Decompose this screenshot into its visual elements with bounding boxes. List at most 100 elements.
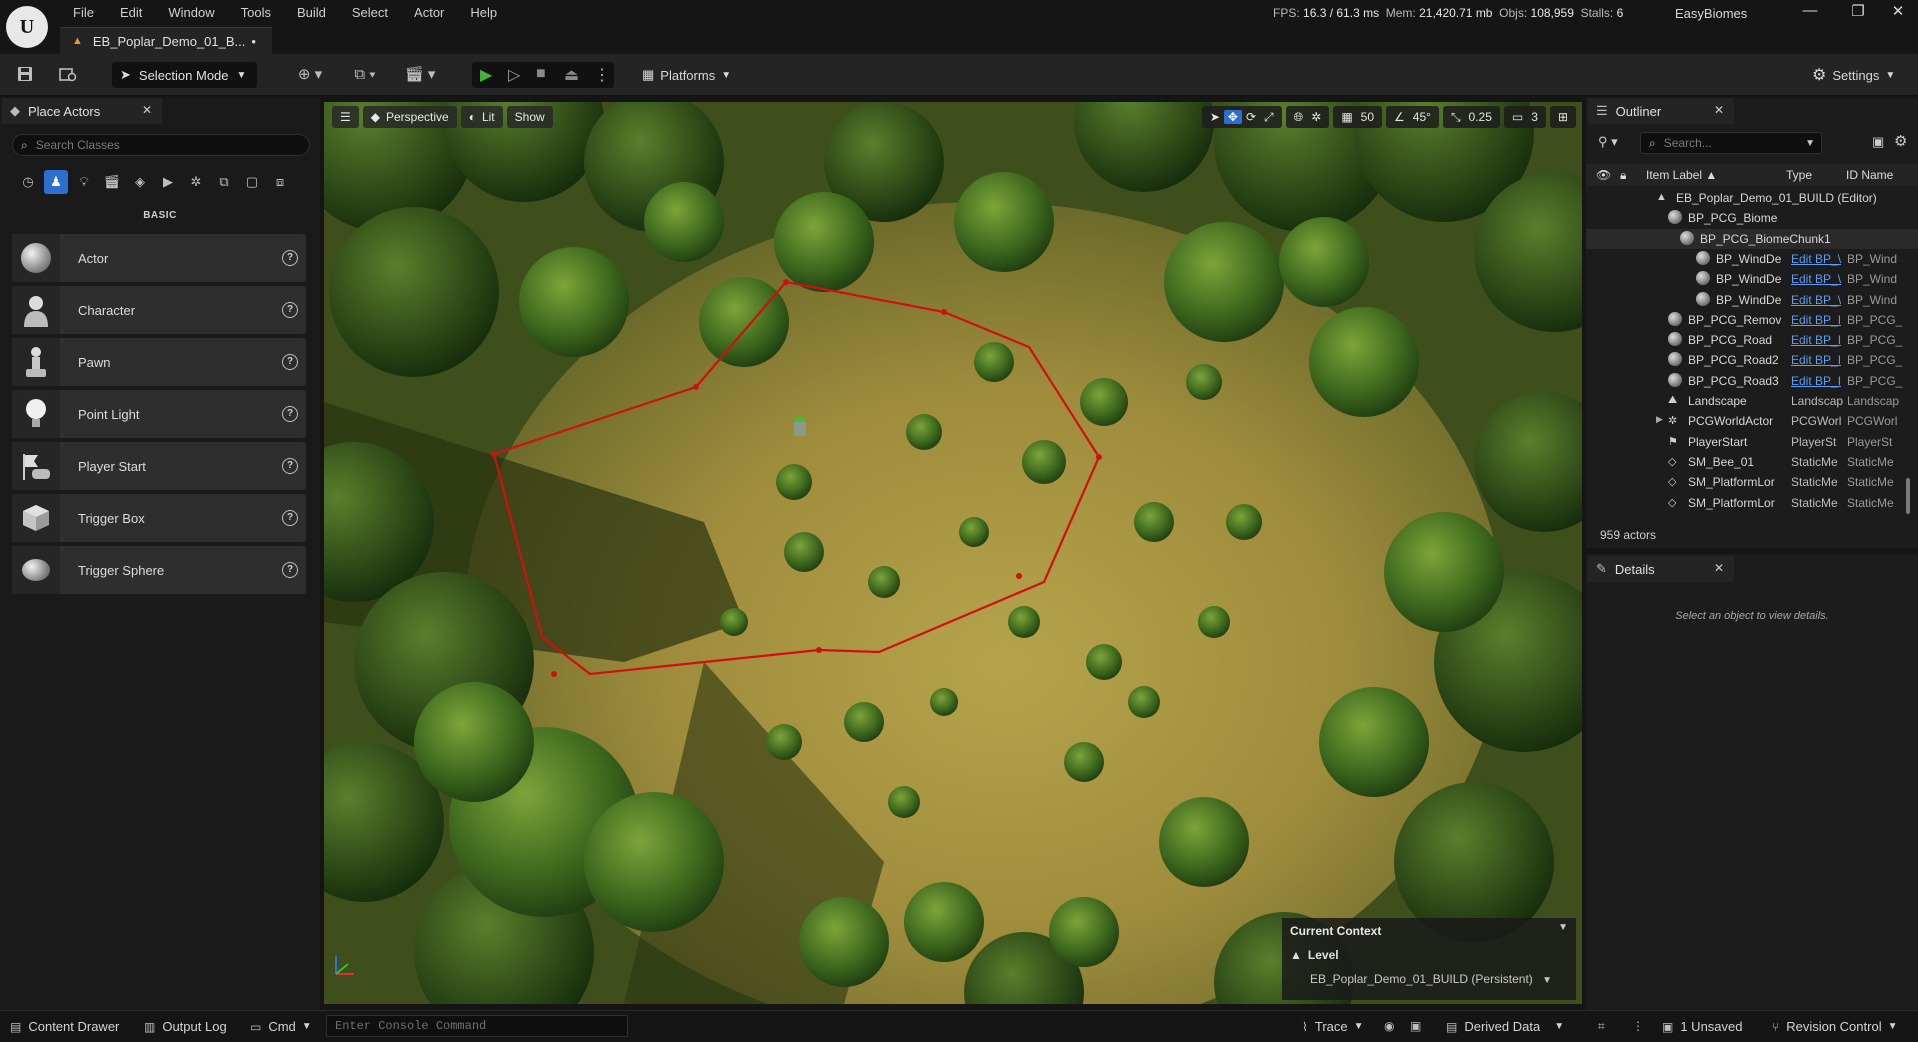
- outliner-row[interactable]: ◇ SM_PlatformLor StaticMe StaticMe: [1586, 493, 1918, 513]
- help-icon[interactable]: ?: [282, 458, 298, 474]
- basic-category-icon[interactable]: ♟: [44, 170, 68, 194]
- outliner-row[interactable]: BP_WindDe Edit BP_\ BP_Wind: [1586, 249, 1918, 269]
- actor-item-trigger-sphere[interactable]: Trigger Sphere ?: [12, 546, 306, 594]
- help-icon[interactable]: ?: [282, 406, 298, 422]
- search-classes-input[interactable]: ⌕ Search Classes: [12, 134, 310, 156]
- minimize-icon[interactable]: —: [1790, 2, 1830, 19]
- cinematics-icon[interactable]: 🎬︎ ▾: [400, 66, 440, 84]
- step-icon[interactable]: ▷: [508, 65, 520, 85]
- outliner-tab[interactable]: ☰ Outliner ✕: [1588, 98, 1734, 124]
- menu-select[interactable]: Select: [339, 3, 401, 23]
- menu-actor[interactable]: Actor: [401, 3, 457, 23]
- menu-edit[interactable]: Edit: [107, 3, 155, 23]
- cinematic-icon[interactable]: 🎬︎: [100, 170, 124, 194]
- all-classes-icon[interactable]: ⧉: [212, 170, 236, 194]
- console-command-input[interactable]: Enter Console Command: [326, 1015, 628, 1037]
- cmd-dropdown[interactable]: ▭ Cmd ▼: [250, 1019, 312, 1034]
- edit-blueprint-link[interactable]: Edit BP_I: [1791, 333, 1843, 347]
- content-browser-icon[interactable]: [58, 66, 78, 84]
- platforms-dropdown[interactable]: ▦ Platforms ▼: [642, 62, 731, 88]
- actor-item-point-light[interactable]: Point Light ?: [12, 390, 306, 438]
- play-icon[interactable]: ▶: [480, 65, 492, 85]
- save-icon[interactable]: [15, 66, 35, 84]
- derived-data-dropdown[interactable]: ▤ Derived Data ▼: [1446, 1019, 1564, 1034]
- rotate-tool-icon[interactable]: ⟳: [1242, 110, 1260, 124]
- help-icon[interactable]: ?: [282, 302, 298, 318]
- edit-blueprint-link[interactable]: Edit BP_I: [1791, 374, 1843, 388]
- view-mode-button[interactable]: ◐ Lit: [460, 106, 503, 128]
- options-icon[interactable]: ⋮: [1632, 1019, 1651, 1033]
- player-start-marker[interactable]: [794, 422, 806, 436]
- world-space-icon[interactable]: 🌐︎: [1290, 110, 1308, 125]
- stop-icon[interactable]: ■: [536, 65, 546, 83]
- revision-control-button[interactable]: ⑂ Revision Control ▼: [1772, 1019, 1897, 1034]
- select-tool-icon[interactable]: ➤: [1206, 110, 1224, 124]
- more-options-icon[interactable]: ⋮: [594, 65, 610, 85]
- close-tab-icon[interactable]: ✕: [1714, 561, 1724, 575]
- actor-item-player-start[interactable]: Player Start ?: [12, 442, 306, 490]
- close-tab-icon[interactable]: ✕: [1714, 103, 1724, 117]
- column-id-name[interactable]: ID Name: [1846, 168, 1893, 182]
- more-categories-icon[interactable]: ⧈: [268, 170, 292, 194]
- outliner-row[interactable]: BP_WindDe Edit BP_\ BP_Wind: [1586, 269, 1918, 289]
- outliner-row[interactable]: BP_PCG_Road Edit BP_I BP_PCG_: [1586, 330, 1918, 350]
- outliner-scrollbar[interactable]: [1906, 478, 1910, 514]
- help-icon[interactable]: ?: [282, 562, 298, 578]
- scale-tool-icon[interactable]: ⤢: [1260, 110, 1278, 125]
- lights-icon[interactable]: 💡︎: [72, 170, 96, 194]
- unsaved-button[interactable]: ▣ 1 Unsaved: [1662, 1019, 1743, 1034]
- viewport-menu-button[interactable]: ☰: [332, 106, 359, 128]
- outliner-row[interactable]: BP_WindDe Edit BP_\ BP_Wind: [1586, 290, 1918, 310]
- help-icon[interactable]: ?: [282, 250, 298, 266]
- filter-icon[interactable]: ⚲ ▾: [1598, 134, 1618, 150]
- eject-icon[interactable]: ⏏: [564, 65, 579, 85]
- level-value-dropdown[interactable]: EB_Poplar_Demo_01_BUILD (Persistent) ▼: [1310, 972, 1552, 986]
- surface-snap-icon[interactable]: ✲: [1307, 110, 1325, 124]
- edit-blueprint-link[interactable]: Edit BP_\: [1791, 293, 1843, 307]
- camera-speed[interactable]: ▭ 3: [1503, 106, 1546, 128]
- rotation-snap[interactable]: ∠ 45°: [1386, 106, 1439, 128]
- add-actor-icon[interactable]: ⊕ ▾: [290, 66, 330, 84]
- settings-dropdown[interactable]: ⚙ Settings ▼: [1812, 62, 1895, 88]
- lock-column-icon[interactable]: 🔒︎: [1620, 168, 1626, 183]
- level-document-tab[interactable]: ▲ EB_Poplar_Demo_01_B... •: [60, 27, 272, 54]
- edit-blueprint-link[interactable]: Edit BP_\: [1791, 252, 1843, 266]
- menu-help[interactable]: Help: [457, 3, 510, 23]
- outliner-row[interactable]: ✲ ▶ PCGWorldActor PCGWorl PCGWorl: [1586, 411, 1918, 431]
- level-viewport[interactable]: ☰ ◆ Perspective ◐ Lit Show ➤ ✥ ⟳ ⤢ 🌐︎ ✲ ▦ …: [324, 102, 1582, 1004]
- outliner-row[interactable]: ◇ SM_PlatformLor StaticMe StaticMe: [1586, 472, 1918, 492]
- content-drawer-button[interactable]: ▤ Content Drawer: [10, 1019, 119, 1034]
- close-window-icon[interactable]: ✕: [1878, 2, 1918, 20]
- outliner-row[interactable]: ⛰︎ Landscape Landscap Landscap: [1586, 391, 1918, 411]
- grid-snap[interactable]: ▦ 50: [1333, 106, 1383, 128]
- unreal-logo-icon[interactable]: U: [6, 6, 48, 48]
- output-log-button[interactable]: ▥ Output Log: [144, 1019, 227, 1034]
- volumes-icon[interactable]: ✲: [184, 170, 208, 194]
- column-item-label[interactable]: Item Label ▲: [1646, 168, 1717, 182]
- add-folder-icon[interactable]: ▣: [1872, 134, 1884, 150]
- outliner-row[interactable]: ◇ SM_Bee_01 StaticMe StaticMe: [1586, 452, 1918, 472]
- screenshot-icon[interactable]: ▣: [1410, 1019, 1428, 1033]
- menu-file[interactable]: File: [60, 3, 107, 23]
- visibility-column-icon[interactable]: 👁︎: [1596, 168, 1611, 182]
- outliner-search-input[interactable]: ⌕ Search... ▼: [1640, 132, 1822, 154]
- outliner-row[interactable]: BP_PCG_Remov Edit BP_I BP_PCG_: [1586, 310, 1918, 330]
- help-icon[interactable]: ?: [282, 510, 298, 526]
- outliner-row[interactable]: ▲ EB_Poplar_Demo_01_BUILD (Editor): [1586, 188, 1918, 208]
- actor-item-pawn[interactable]: Pawn ?: [12, 338, 306, 386]
- shapes-icon[interactable]: ▢: [240, 170, 264, 194]
- outliner-row[interactable]: BP_PCG_Road2 Edit BP_I BP_PCG_: [1586, 350, 1918, 370]
- place-actors-tab[interactable]: ◆ Place Actors ✕: [2, 98, 162, 124]
- help-icon[interactable]: ?: [282, 354, 298, 370]
- column-type[interactable]: Type: [1786, 168, 1812, 182]
- actor-item-actor[interactable]: Actor ?: [12, 234, 306, 282]
- trace-dropdown[interactable]: ⌇ Trace ▼: [1302, 1019, 1364, 1034]
- expand-arrow-icon[interactable]: ▶: [1656, 414, 1663, 425]
- outliner-row[interactable]: BP_PCG_Road3 Edit BP_I BP_PCG_: [1586, 371, 1918, 391]
- viewport-scene[interactable]: [324, 102, 1582, 1004]
- close-tab-icon[interactable]: ✕: [142, 103, 152, 117]
- outliner-row[interactable]: ⚑ PlayerStart PlayerSt PlayerSt: [1586, 432, 1918, 452]
- source-control-graph-icon[interactable]: ⌗: [1598, 1019, 1612, 1034]
- edit-blueprint-link[interactable]: Edit BP_\: [1791, 272, 1843, 286]
- blueprint-icon[interactable]: ⧉ ▾: [345, 66, 385, 84]
